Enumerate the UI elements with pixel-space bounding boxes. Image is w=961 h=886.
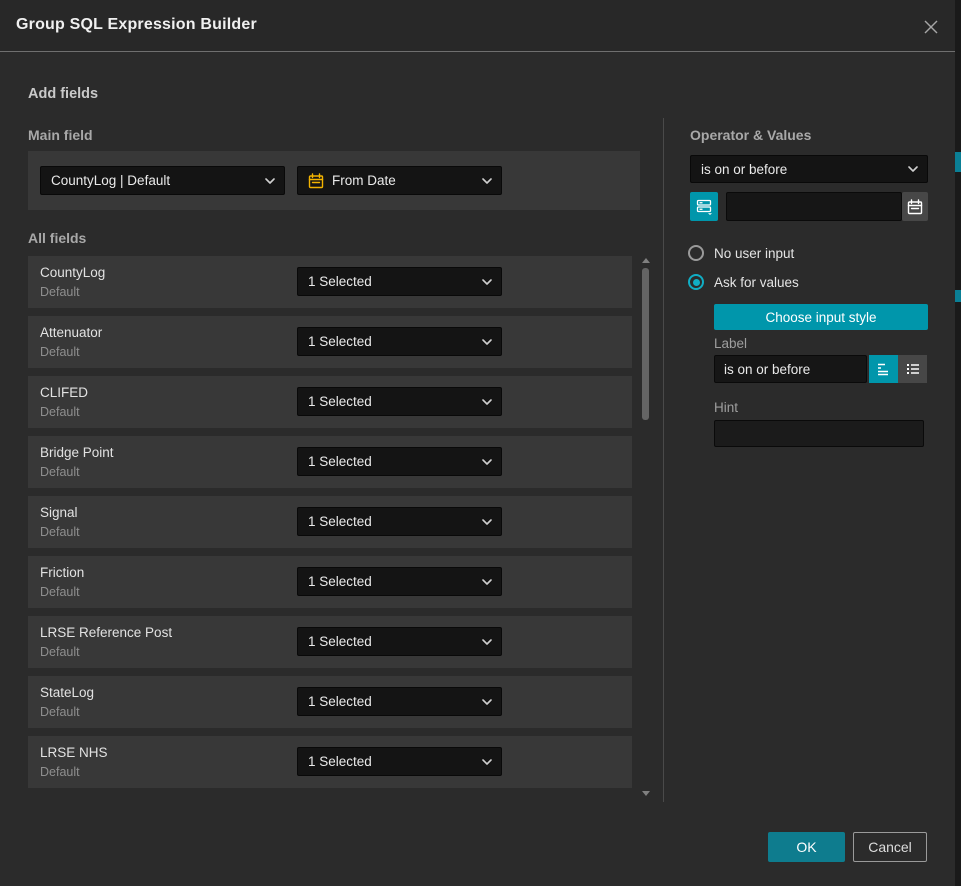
field-subtitle: Default [40, 645, 80, 659]
group-sql-expression-builder-dialog: Group SQL Expression Builder Add fields … [0, 0, 955, 886]
field-row: Friction Default 1 Selected [28, 556, 632, 608]
background-page-edge [955, 0, 961, 886]
main-field-layer-select[interactable]: CountyLog | Default [40, 166, 285, 195]
close-icon [923, 19, 939, 35]
field-subtitle: Default [40, 465, 80, 479]
radio-no-user-input[interactable]: No user input [688, 245, 794, 261]
field-select-value: From Date [332, 173, 396, 188]
hint-field-label: Hint [714, 400, 738, 415]
field-row: LRSE Reference Post Default 1 Selected [28, 616, 632, 668]
field-name: CountyLog [40, 265, 105, 280]
field-row: LRSE NHS Default 1 Selected [28, 736, 632, 788]
label-style-list-button[interactable] [898, 355, 927, 383]
main-field-heading: Main field [28, 127, 93, 143]
fields-scrollbar[interactable] [641, 256, 650, 800]
chevron-down-icon [482, 459, 492, 465]
chevron-down-icon [482, 279, 492, 285]
add-fields-heading: Add fields [28, 86, 98, 102]
input-type-button[interactable] [690, 192, 718, 221]
field-name: StateLog [40, 685, 94, 700]
field-values-select[interactable]: 1 Selected [297, 687, 502, 716]
radio-circle-icon [688, 245, 704, 261]
radio-selected-icon [688, 274, 704, 290]
field-values-select[interactable]: 1 Selected [297, 387, 502, 416]
field-name: Signal [40, 505, 78, 520]
label-input[interactable] [714, 355, 867, 383]
label-style-single-button[interactable] [869, 355, 898, 383]
chevron-down-icon [482, 759, 492, 765]
field-subtitle: Default [40, 705, 80, 719]
operator-values-heading: Operator & Values [690, 127, 811, 143]
field-row: Signal Default 1 Selected [28, 496, 632, 548]
background-fragment [955, 152, 961, 172]
all-fields-list: CountyLog Default 1 Selected Attenuator … [28, 256, 632, 788]
chevron-down-icon [482, 519, 492, 525]
scrollbar-thumb[interactable] [642, 268, 649, 420]
chevron-down-icon [265, 178, 275, 184]
panel-divider [663, 118, 664, 802]
calendar-icon [907, 199, 923, 215]
field-values-select[interactable]: 1 Selected [297, 327, 502, 356]
field-values-select[interactable]: 1 Selected [297, 747, 502, 776]
operator-select[interactable]: is on or before [690, 155, 928, 183]
main-field-field-select[interactable]: From Date [297, 166, 502, 195]
align-left-icon [876, 361, 892, 377]
radio-ask-for-values[interactable]: Ask for values [688, 274, 799, 290]
field-subtitle: Default [40, 405, 80, 419]
field-subtitle: Default [40, 585, 80, 599]
date-picker-button[interactable] [902, 192, 928, 221]
field-values-select[interactable]: 1 Selected [297, 447, 502, 476]
field-row: Attenuator Default 1 Selected [28, 316, 632, 368]
field-values-select[interactable]: 1 Selected [297, 267, 502, 296]
input-type-icon [696, 198, 713, 215]
scroll-down-arrow-icon[interactable] [642, 791, 650, 796]
dialog-titlebar: Group SQL Expression Builder [0, 0, 955, 52]
close-button[interactable] [921, 17, 941, 37]
chevron-down-icon [482, 699, 492, 705]
scroll-up-arrow-icon[interactable] [642, 258, 650, 263]
dialog-title: Group SQL Expression Builder [16, 16, 257, 34]
field-row: CLIFED Default 1 Selected [28, 376, 632, 428]
field-row: CountyLog Default 1 Selected [28, 256, 632, 308]
cancel-button[interactable]: Cancel [853, 832, 927, 862]
field-name: CLIFED [40, 385, 88, 400]
calendar-icon [308, 173, 324, 189]
field-subtitle: Default [40, 285, 80, 299]
field-subtitle: Default [40, 345, 80, 359]
chevron-down-icon [908, 166, 918, 172]
hint-input[interactable] [714, 420, 924, 447]
choose-input-style-button[interactable]: Choose input style [714, 304, 928, 330]
field-name: Friction [40, 565, 84, 580]
background-fragment [955, 290, 961, 302]
field-values-select[interactable]: 1 Selected [297, 567, 502, 596]
field-name: LRSE Reference Post [40, 625, 172, 640]
main-field-panel: CountyLog | Default From Date [28, 151, 640, 210]
layer-select-value: CountyLog | Default [51, 173, 170, 188]
field-name: Bridge Point [40, 445, 114, 460]
chevron-down-icon [482, 399, 492, 405]
chevron-down-icon [482, 339, 492, 345]
chevron-down-icon [482, 178, 492, 184]
chevron-down-icon [482, 639, 492, 645]
field-row: Bridge Point Default 1 Selected [28, 436, 632, 488]
field-subtitle: Default [40, 525, 80, 539]
bullet-list-icon [905, 361, 921, 377]
label-field-label: Label [714, 336, 747, 351]
chevron-down-icon [482, 579, 492, 585]
field-name: Attenuator [40, 325, 102, 340]
field-values-select[interactable]: 1 Selected [297, 627, 502, 656]
field-values-select[interactable]: 1 Selected [297, 507, 502, 536]
all-fields-heading: All fields [28, 230, 86, 246]
field-name: LRSE NHS [40, 745, 108, 760]
field-subtitle: Default [40, 765, 80, 779]
ok-button[interactable]: OK [768, 832, 845, 862]
date-value-input[interactable] [726, 192, 902, 221]
field-row: StateLog Default 1 Selected [28, 676, 632, 728]
